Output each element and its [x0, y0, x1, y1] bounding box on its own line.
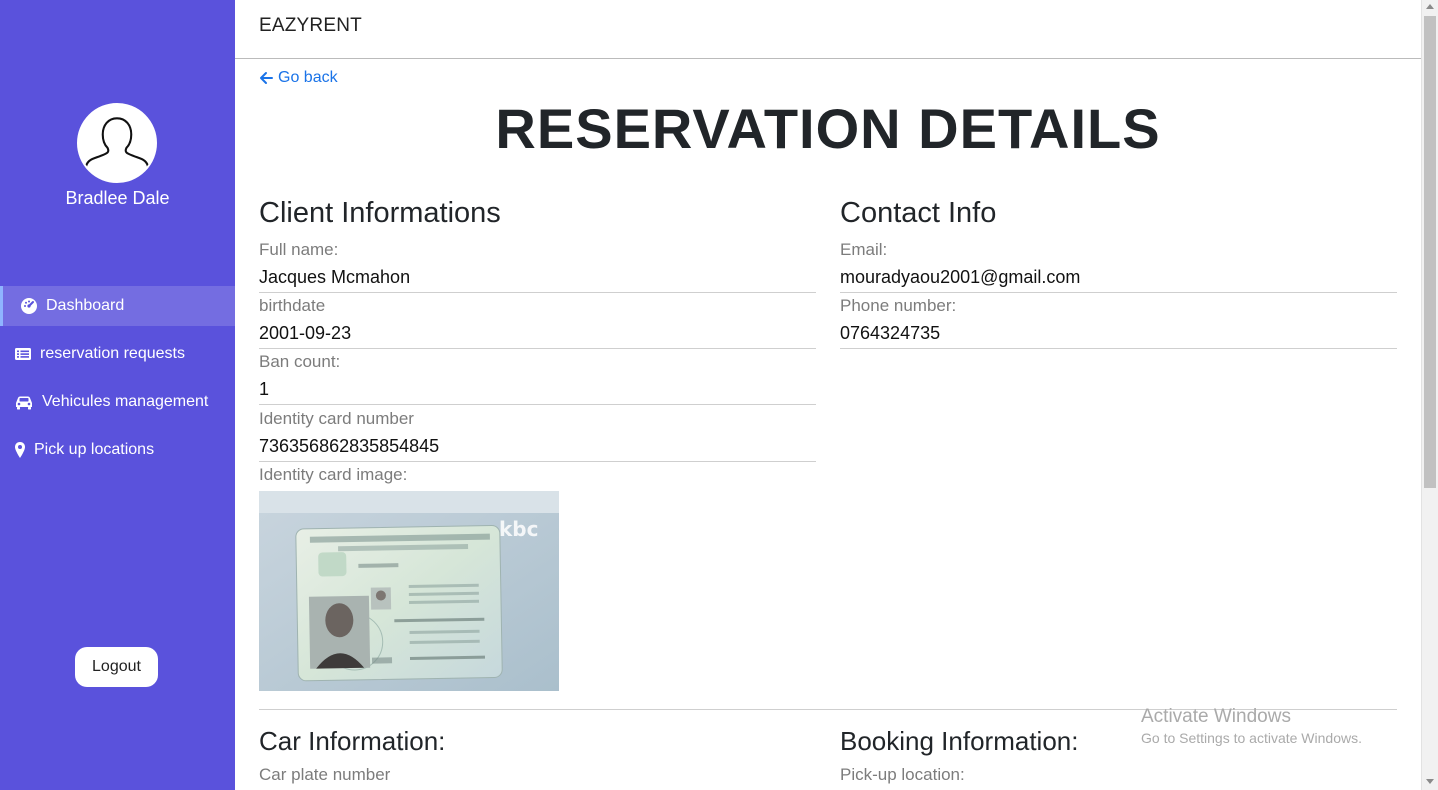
watermark-title: Activate Windows [1141, 706, 1291, 727]
sidebar-item-pick-up-locations[interactable]: Pick up locations [0, 430, 235, 470]
vertical-scrollbar[interactable] [1421, 0, 1438, 790]
svg-text:kbc: kbc [499, 517, 538, 541]
full-name-value: Jacques Mcmahon [259, 262, 816, 293]
map-marker-icon [14, 441, 26, 459]
ban-count-value: 1 [259, 374, 816, 405]
go-back-link[interactable]: Go back [259, 69, 338, 87]
avatar [77, 103, 157, 183]
user-name: Bradlee Dale [65, 188, 170, 208]
sidebar: Bradlee Dale Dashboard reservation reque… [0, 0, 235, 790]
car-icon [14, 393, 34, 411]
scroll-down-arrow-icon[interactable] [1426, 779, 1434, 784]
sidebar-item-reservation-requests[interactable]: reservation requests [0, 334, 235, 374]
contact-info-heading: Contact Info [840, 197, 997, 229]
sidebar-item-label: Pick up locations [34, 441, 155, 458]
sidebar-item-label: Vehicules management [42, 393, 209, 410]
car-info-heading: Car Information: [259, 726, 446, 756]
page-title: RESERVATION DETAILS [495, 97, 1161, 160]
user-silhouette-icon [79, 105, 155, 181]
birthdate-value: 2001-09-23 [259, 318, 816, 349]
arrow-left-icon [259, 71, 273, 85]
app-root: Bradlee Dale Dashboard reservation reque… [0, 0, 1438, 790]
scroll-up-arrow-icon[interactable] [1426, 4, 1434, 9]
go-back-label: Go back [278, 69, 338, 86]
birthdate-label: birthdate [259, 296, 326, 315]
list-icon [14, 345, 32, 363]
activate-windows-watermark: Activate Windows Go to Settings to activ… [1141, 706, 1362, 746]
car-info-section: Car Information: Car plate number [259, 722, 816, 787]
email-label: Email: [840, 240, 888, 259]
top-header: EAZYRENT [235, 0, 1421, 59]
sidebar-item-label: Dashboard [46, 297, 125, 314]
contact-info-section: Contact Info Email: mouradyaou2001@gmail… [840, 197, 1397, 349]
phone-value: 0764324735 [840, 318, 1397, 349]
sidebar-nav: Dashboard reservation requests Vehicules… [0, 286, 235, 478]
client-info-heading: Client Informations [259, 197, 501, 229]
brand-title: EAZYRENT [259, 15, 362, 36]
identity-card-image: kbc [259, 491, 559, 691]
scrollbar-thumb[interactable] [1424, 16, 1436, 488]
main-content: Go back RESERVATION DETAILS Client Infor… [235, 59, 1421, 790]
email-value: mouradyaou2001@gmail.com [840, 262, 1397, 293]
id-image-label: Identity card image: [259, 465, 408, 484]
full-name-label: Full name: [259, 240, 339, 259]
dashboard-gauge-icon [20, 297, 38, 315]
logout-button[interactable]: Logout [75, 647, 158, 687]
pickup-location-label: Pick-up location: [840, 765, 965, 784]
id-number-value: 736356862835854845 [259, 431, 816, 462]
watermark-subtitle: Go to Settings to activate Windows. [1141, 730, 1362, 746]
sidebar-item-label: reservation requests [40, 345, 185, 362]
sidebar-item-vehicules-management[interactable]: Vehicules management [0, 382, 235, 422]
car-plate-label: Car plate number [259, 765, 391, 784]
phone-label: Phone number: [840, 296, 957, 315]
client-info-section: Client Informations Full name: Jacques M… [259, 197, 816, 691]
sidebar-item-dashboard[interactable]: Dashboard [0, 286, 235, 326]
ban-count-label: Ban count: [259, 352, 341, 371]
id-number-label: Identity card number [259, 409, 414, 428]
